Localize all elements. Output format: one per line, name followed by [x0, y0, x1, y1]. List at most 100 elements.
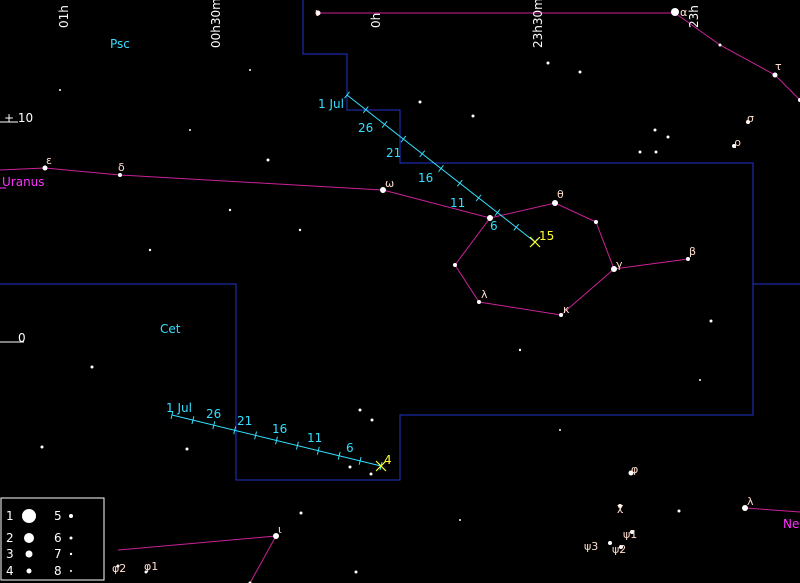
- star: [453, 263, 457, 267]
- legend-mag-6: 6: [54, 531, 62, 545]
- track-upper-label-16: 16: [418, 171, 433, 185]
- star-label-phi: φ: [631, 463, 638, 476]
- track-tick: [438, 165, 444, 172]
- dec-label-0: 0: [18, 331, 26, 345]
- star: [709, 319, 713, 323]
- star-label-psi1: ψ1: [623, 528, 637, 541]
- star-label-phi1: φ1: [144, 560, 158, 573]
- star: [677, 509, 681, 513]
- constellation-cet: Cet: [160, 322, 181, 336]
- star-label-tau: τ: [775, 60, 782, 73]
- track-tick: [513, 223, 520, 231]
- track-tick: [475, 194, 482, 202]
- star-label-psi2: ψ2: [612, 543, 626, 556]
- star: [266, 158, 270, 162]
- star-label-lambda: λ: [481, 288, 488, 301]
- star: [185, 447, 189, 451]
- planet-uranus: Uranus: [2, 175, 45, 189]
- track-lower-label-16: 16: [272, 422, 287, 436]
- ra-label-0h: 0h: [369, 13, 383, 28]
- star: [653, 128, 657, 132]
- track-lower-end-label: 4: [384, 453, 392, 467]
- star-label-kappa: κ: [563, 303, 570, 316]
- track-upper: 1 Jul 26 21 16 11 6 15: [318, 91, 554, 248]
- star: [90, 365, 94, 369]
- track-upper-label-11: 11: [450, 196, 465, 210]
- star-label-rho: ρ: [734, 136, 741, 149]
- star-label-phi2: φ2: [112, 562, 126, 575]
- track-upper-label-26: 26: [358, 121, 373, 135]
- track-upper-label-1jul: 1 Jul: [318, 97, 344, 111]
- track-lower-label-1jul: 1 Jul: [166, 401, 192, 415]
- track-upper-end-label: 15: [539, 229, 554, 243]
- track-upper-label-21: 21: [386, 146, 401, 160]
- star: [471, 114, 475, 118]
- star-label-delta: δ: [118, 161, 125, 174]
- track-lower-label-21: 21: [237, 414, 252, 428]
- track-lower-label-6: 6: [346, 441, 354, 455]
- star: [671, 8, 679, 16]
- star-label-psi3: ψ3: [584, 540, 598, 553]
- star: [299, 511, 303, 515]
- star: [369, 472, 373, 476]
- star: [459, 519, 461, 521]
- star: [772, 72, 778, 78]
- star-chart[interactable]: 01h 00h30m 0h 23h30m 23h + 10 0 Psc Cet …: [0, 0, 800, 583]
- constellation-boundaries: [0, 0, 800, 481]
- star: [654, 150, 658, 154]
- legend-mag-5: 5: [54, 509, 62, 523]
- ra-label-23h30m: 23h30m: [531, 0, 545, 48]
- star: [578, 70, 582, 74]
- star: [518, 348, 522, 352]
- star: [559, 429, 561, 431]
- track-lower-label-11: 11: [307, 431, 322, 445]
- star: [59, 89, 61, 91]
- star: [594, 220, 598, 224]
- dec-label-plus10: + 10: [4, 111, 33, 125]
- track-lower: 1 Jul 26 21 16 11 6 4: [166, 401, 392, 472]
- track-lower-label-26: 26: [206, 407, 221, 421]
- star: [546, 61, 550, 65]
- track-tick: [400, 135, 407, 143]
- planet-neptune: Ne: [783, 517, 799, 531]
- star-label-sigma: σ: [747, 112, 754, 125]
- track-tick: [419, 150, 426, 158]
- legend-mag-7: 7: [54, 547, 62, 561]
- star-label-iota-cet: ι: [278, 523, 282, 536]
- legend-mag-1: 1: [6, 509, 14, 523]
- star-label-iota-psc: ι: [315, 6, 319, 19]
- legend-mag-8: 8: [54, 564, 62, 578]
- star-label-lambda2: λ: [747, 495, 754, 508]
- star: [228, 208, 232, 212]
- legend-mag-2: 2: [6, 531, 14, 545]
- star-label-theta: θ: [557, 188, 564, 201]
- constellation-lines: [0, 12, 800, 583]
- star-label-beta: β: [689, 245, 696, 258]
- star: [354, 570, 358, 574]
- star: [699, 379, 701, 381]
- star-label-epsilon: ε: [46, 154, 52, 167]
- ra-label-23h: 23h: [687, 5, 701, 28]
- star: [348, 465, 352, 469]
- track-upper-label-6: 6: [490, 219, 498, 233]
- star-label-alpha: α: [680, 6, 687, 19]
- track-tick: [494, 209, 501, 217]
- legend-mag-3: 3: [6, 547, 14, 561]
- track-tick: [381, 120, 388, 128]
- star: [189, 129, 191, 131]
- star: [666, 135, 670, 139]
- star: [249, 69, 251, 71]
- star: [418, 100, 422, 104]
- track-tick: [456, 179, 463, 187]
- star: [370, 418, 374, 422]
- star-label-omega: ω: [385, 177, 394, 190]
- star-label-gamma: γ: [616, 258, 623, 271]
- ra-label-01h: 01h: [57, 5, 71, 28]
- star: [40, 445, 44, 449]
- star: [298, 228, 302, 232]
- magnitude-legend: 1 2 3 4 5 6 7 8: [0, 497, 105, 581]
- star-label-chi: χ: [617, 501, 624, 514]
- star: [638, 150, 642, 154]
- constellation-psc: Psc: [110, 37, 130, 51]
- star-field: [40, 8, 800, 583]
